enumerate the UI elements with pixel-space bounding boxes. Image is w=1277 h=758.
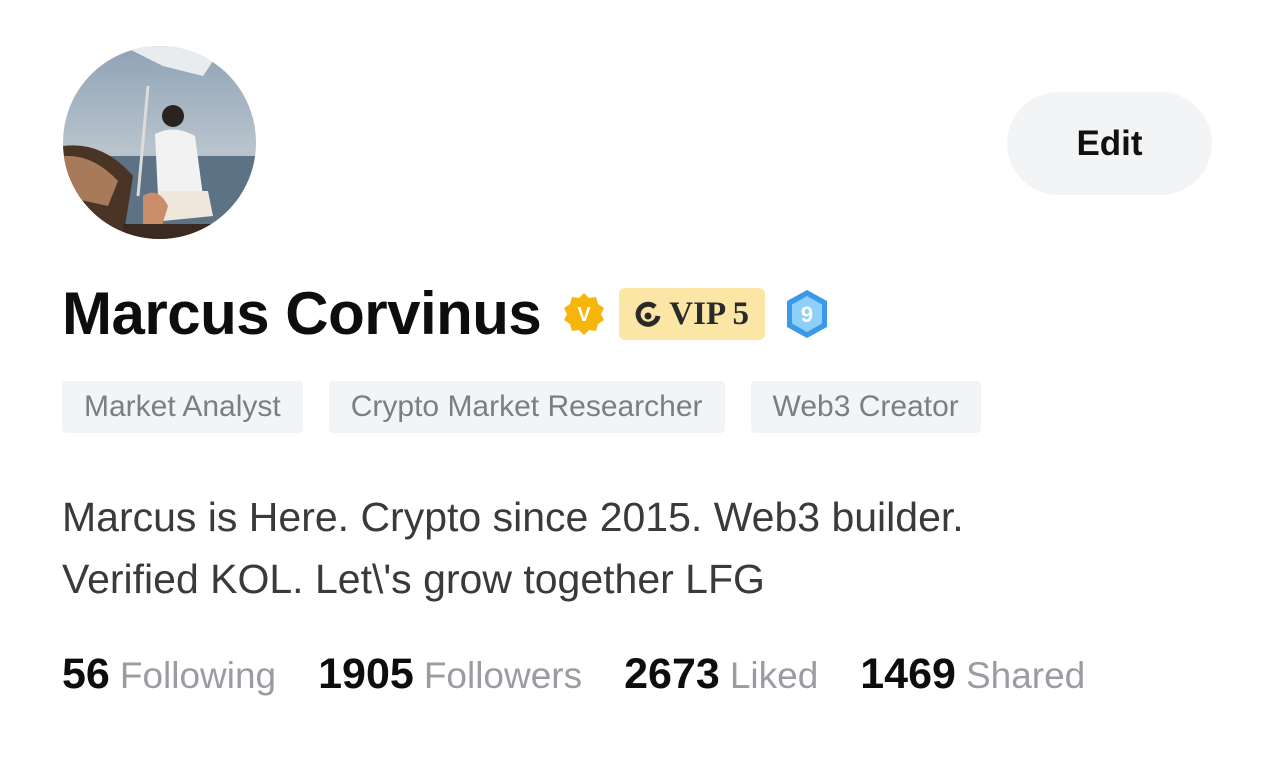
vip-badge[interactable]: VIP 5 <box>619 288 766 340</box>
bio-line: Verified KOL. Let\'s grow together LFG <box>62 556 765 602</box>
stat-count: 1905 <box>318 650 414 698</box>
profile-name: Marcus Corvinus <box>62 280 542 347</box>
stat-count: 56 <box>62 650 110 698</box>
stat-count: 1469 <box>860 650 956 698</box>
profile-bio: Marcus is Here. Crypto since 2015. Web3 … <box>62 486 1162 610</box>
svg-text:V: V <box>578 304 592 326</box>
tag-list: Market Analyst Crypto Market Researcher … <box>62 381 981 433</box>
stat-label: Following <box>119 655 277 696</box>
avatar-photo <box>63 46 256 239</box>
profile-stats: 56 Following 1905 Followers 2673 Liked 1… <box>62 650 1127 699</box>
stat-following[interactable]: 56 Following <box>62 650 276 699</box>
vip-icon <box>633 299 663 329</box>
stat-count: 2673 <box>624 650 720 698</box>
tag-item[interactable]: Market Analyst <box>62 381 303 433</box>
verified-badge-icon[interactable]: V <box>561 291 607 337</box>
vip-label: VIP 5 <box>669 295 750 332</box>
profile-page: Edit Marcus Corvinus V VIP 5 9 Market An… <box>0 0 1277 758</box>
level-number: 9 <box>801 302 813 327</box>
level-badge-icon[interactable]: 9 <box>783 288 831 340</box>
stat-label: Shared <box>965 655 1086 696</box>
bio-line: Marcus is Here. Crypto since 2015. Web3 … <box>62 494 964 540</box>
stat-label: Liked <box>729 655 819 696</box>
tag-item[interactable]: Web3 Creator <box>750 381 981 433</box>
stat-liked[interactable]: 2673 Liked <box>624 650 818 699</box>
avatar[interactable] <box>63 46 256 239</box>
stat-shared[interactable]: 1469 Shared <box>860 650 1085 699</box>
stat-followers[interactable]: 1905 Followers <box>318 650 582 699</box>
name-row: Marcus Corvinus V VIP 5 9 <box>62 278 831 350</box>
tag-item[interactable]: Crypto Market Researcher <box>328 381 725 433</box>
edit-profile-button[interactable]: Edit <box>1007 92 1212 195</box>
stat-label: Followers <box>423 655 583 696</box>
